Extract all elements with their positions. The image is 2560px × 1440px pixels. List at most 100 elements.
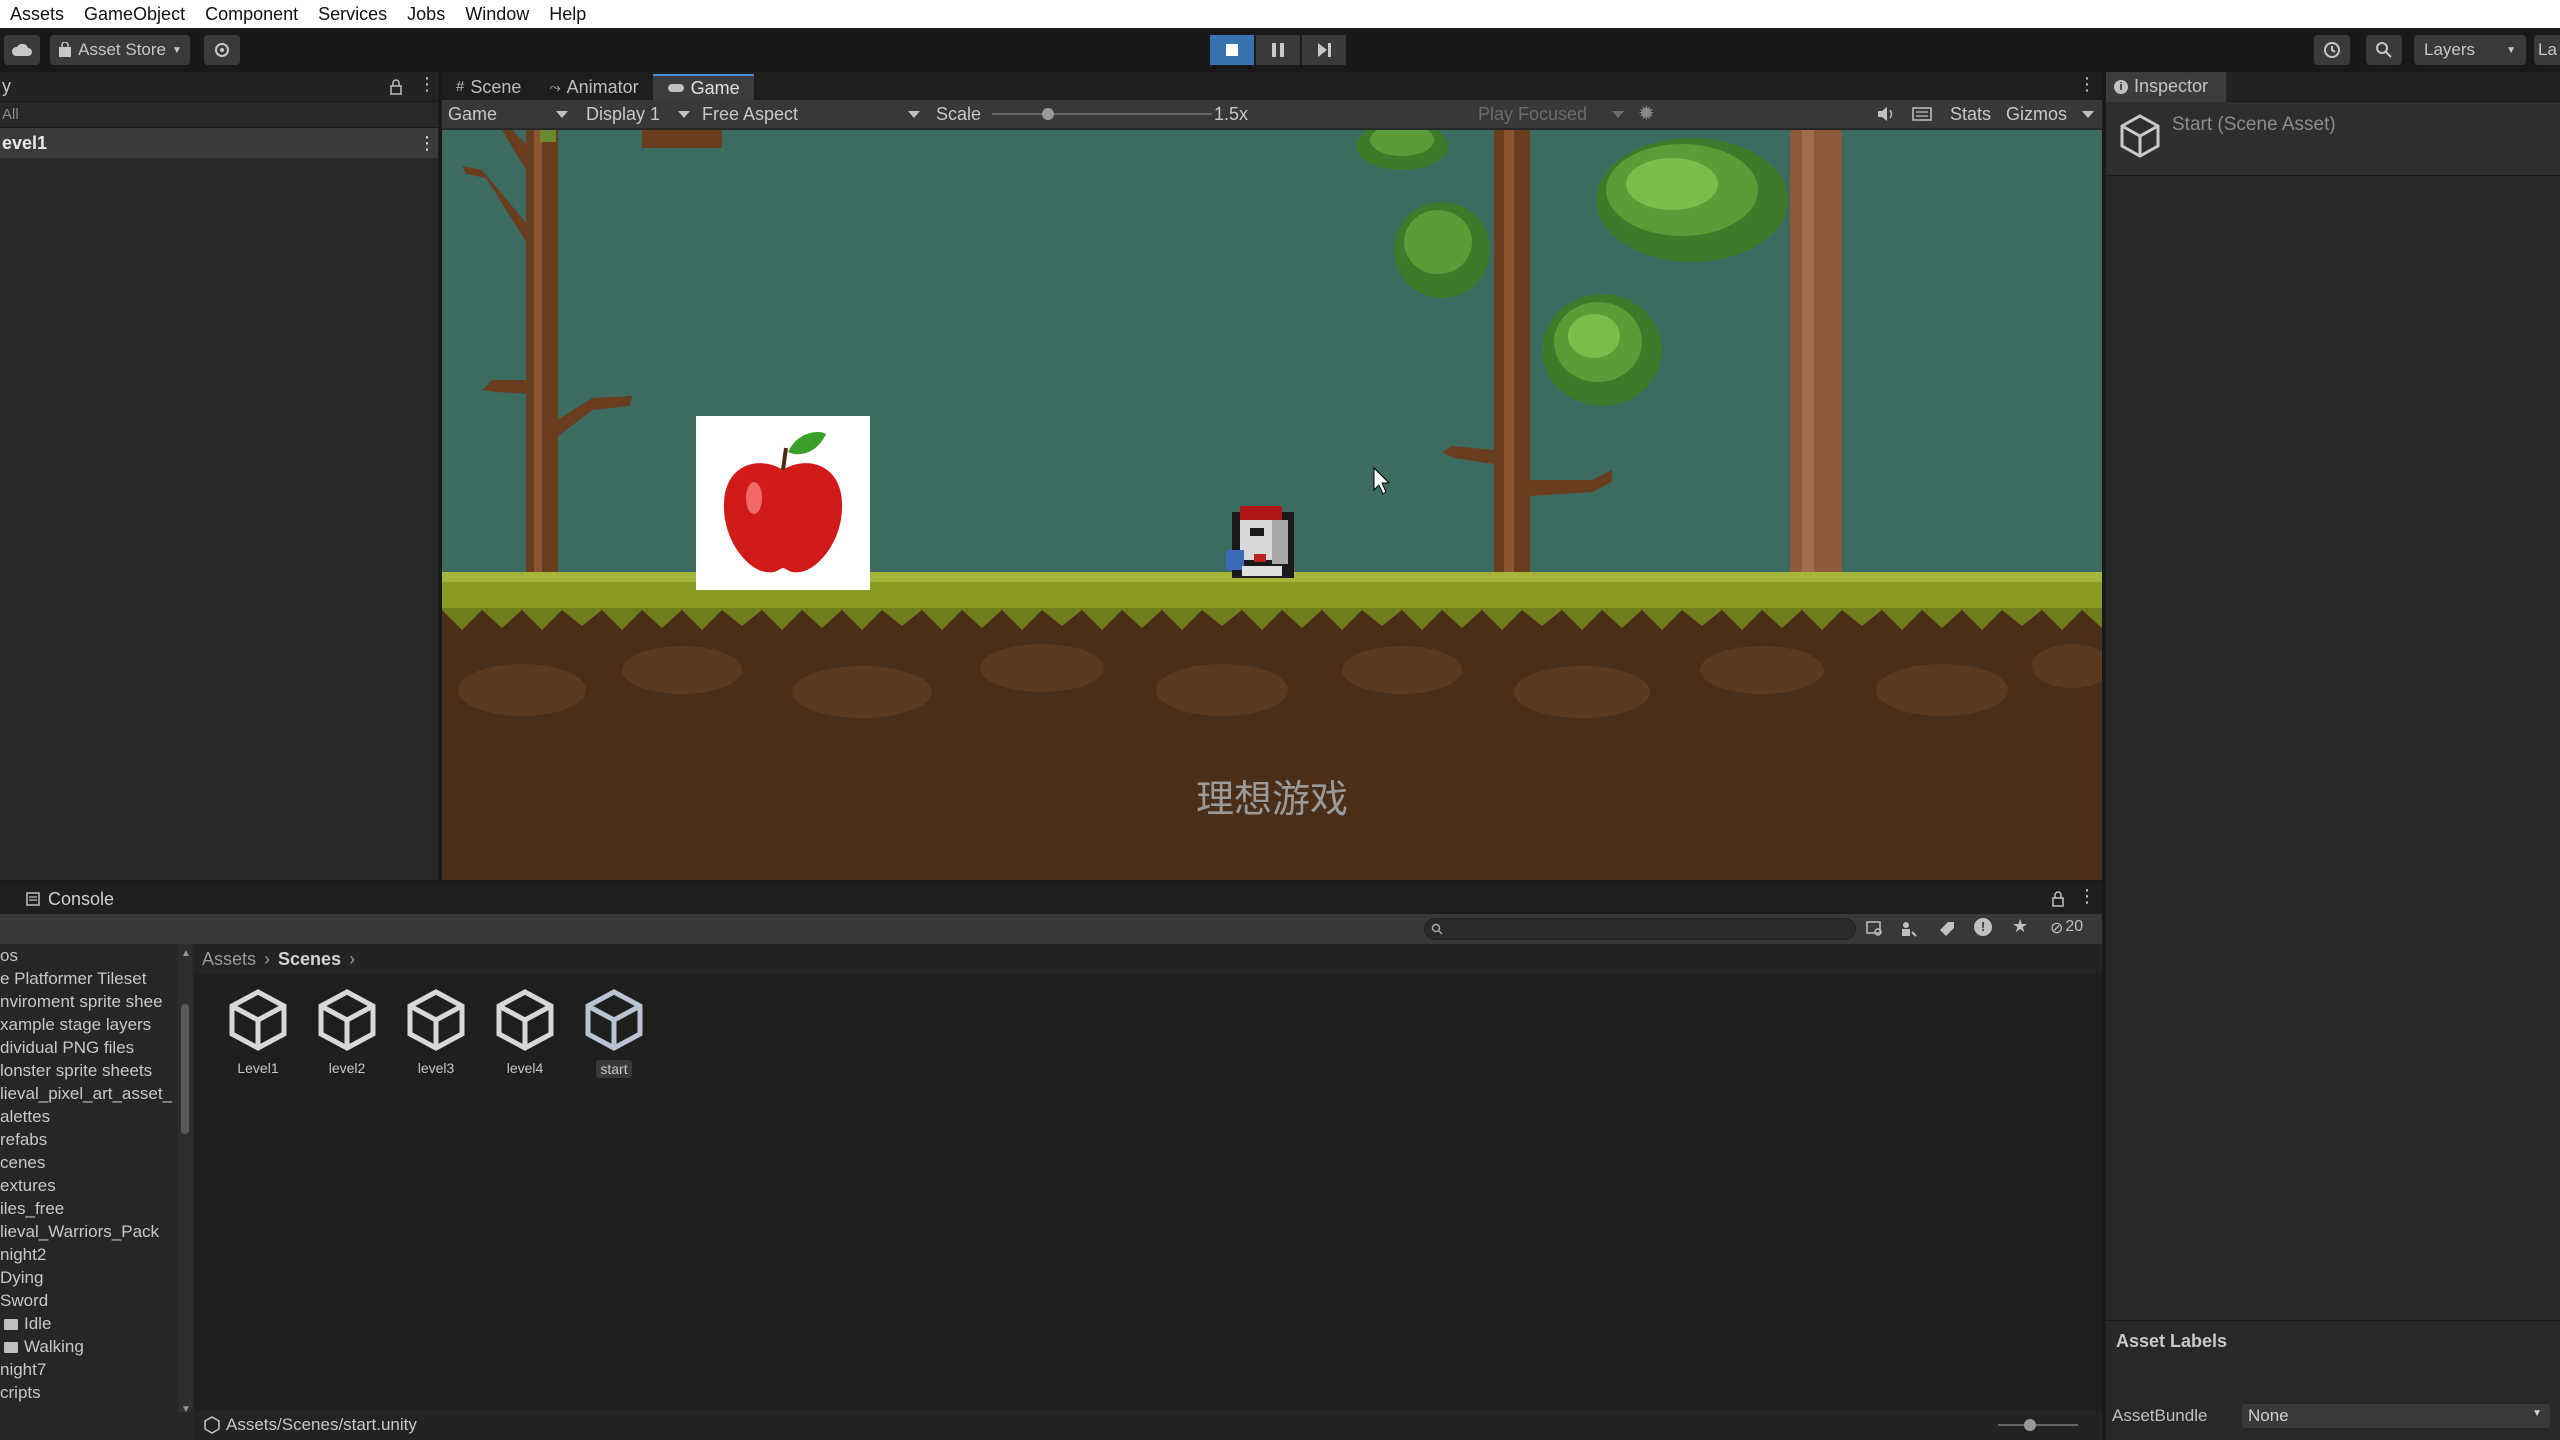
tree-item[interactable]: e Platformer Tileset [0, 967, 176, 990]
tree-scrollbar[interactable]: ▲ ▼ [178, 944, 192, 1422]
history-button[interactable] [2314, 35, 2350, 65]
layout-dropdown[interactable]: La [2534, 35, 2560, 65]
hierarchy-tab-row: y ⋮ [0, 72, 438, 102]
tree-item[interactable]: iles_free [0, 1197, 176, 1220]
game-viewport[interactable]: 理想游戏 [442, 130, 2102, 880]
filter-type-icon[interactable] [1900, 920, 1918, 938]
game-mode-dropdown[interactable]: Game [448, 100, 497, 128]
asset-item[interactable]: level3 [396, 988, 476, 1076]
layers-dropdown[interactable]: Layers ▼ [2414, 35, 2526, 65]
scale-label: Scale [936, 104, 982, 124]
tree-item[interactable]: lonster sprite sheets [0, 1059, 176, 1082]
warning-filter-icon[interactable]: ! [1974, 918, 1992, 936]
screen-icon[interactable] [1912, 107, 1932, 121]
tree-item[interactable]: Sword [0, 1289, 176, 1312]
tree-item-label: lieval_pixel_art_asset_ [0, 1084, 172, 1103]
tree-item-label: lieval_Warriors_Pack [0, 1222, 160, 1241]
more-icon[interactable]: ⋮ [2078, 74, 2096, 95]
asset-item[interactable]: Level1 [218, 988, 298, 1076]
tree-item[interactable]: Idle [0, 1312, 176, 1335]
play-focused-dropdown[interactable]: Play Focused [1478, 100, 1587, 128]
tab-console[interactable]: Console [0, 884, 114, 914]
menu-jobs[interactable]: Jobs [397, 0, 455, 28]
asset-item[interactable]: level2 [307, 988, 387, 1076]
tree-item[interactable]: lieval_Warriors_Pack [0, 1220, 176, 1243]
cloud-button[interactable] [4, 35, 40, 65]
info-icon: i [2114, 79, 2128, 94]
tree-item-label: xample stage layers [0, 1015, 152, 1034]
tree-item[interactable]: dividual PNG files [0, 1036, 176, 1059]
tree-item[interactable]: os [0, 944, 176, 967]
menu-gameobject[interactable]: GameObject [74, 0, 195, 28]
apple-card [696, 416, 870, 590]
audio-icon[interactable] [1876, 106, 1896, 122]
chevron-down-icon: ▼ [2532, 1408, 2542, 1419]
display-dropdown[interactable]: Display 1 [586, 100, 660, 128]
menu-assets[interactable]: Assets [0, 0, 74, 28]
asset-labels-header[interactable]: Asset Labels [2106, 1320, 2560, 1360]
asset-store-button[interactable]: Asset Store ▼ [50, 35, 190, 65]
tree-item[interactable]: refabs [0, 1128, 176, 1151]
tree-item[interactable]: night2 [0, 1243, 176, 1266]
bottom-panel: Console ⋮ ! ★ ⊘ 20 os e Platformer Tilese… [0, 882, 2102, 1440]
gear-icon [215, 43, 229, 57]
search-type-icon[interactable] [1866, 920, 1884, 938]
tree-item[interactable]: Walking [0, 1335, 176, 1358]
more-icon[interactable]: ⋮ [418, 128, 436, 158]
asset-item[interactable]: level4 [485, 988, 565, 1076]
asset-item[interactable]: start [574, 988, 654, 1078]
lock-icon[interactable] [2052, 891, 2064, 907]
tree-item[interactable]: Dying [0, 1266, 176, 1289]
hidden-packages-toggle[interactable]: ⊘ 20 [2050, 918, 2083, 938]
icon-size-handle[interactable] [2024, 1419, 2036, 1431]
tab-scene[interactable]: # Scene [442, 74, 535, 100]
play-button[interactable] [1210, 35, 1254, 65]
main-toolbar: Asset Store ▼ Layers ▼ La [0, 28, 2560, 72]
tree-item[interactable]: alettes [0, 1105, 176, 1128]
tab-inspector[interactable]: i Inspector [2106, 71, 2227, 102]
breadcrumb-assets[interactable]: Assets [202, 949, 256, 970]
console-icon [26, 892, 40, 906]
scale-slider-handle[interactable] [1042, 108, 1054, 120]
tab-game[interactable]: Game [652, 74, 754, 100]
lock-icon[interactable] [390, 79, 402, 95]
bug-icon[interactable]: ✹ [1638, 100, 1655, 128]
tree-item[interactable]: cenes [0, 1151, 176, 1174]
tree-item[interactable]: lieval_pixel_art_asset_ [0, 1082, 176, 1105]
collab-button[interactable] [204, 35, 240, 65]
assetbundle-dropdown[interactable]: None ▼ [2242, 1404, 2550, 1428]
menu-services[interactable]: Services [308, 0, 397, 28]
stats-button[interactable]: Stats [1950, 100, 1991, 128]
label-icon[interactable] [1938, 920, 1956, 938]
project-search-input[interactable] [1424, 918, 1856, 940]
menu-help[interactable]: Help [539, 0, 596, 28]
more-icon[interactable]: ⋮ [2078, 886, 2096, 907]
aspect-dropdown[interactable]: Free Aspect [702, 100, 798, 128]
asset-label: start [596, 1060, 632, 1078]
star-icon[interactable]: ★ [2012, 916, 2028, 937]
project-status-bar: Assets/Scenes/start.unity [194, 1410, 2102, 1440]
menu-component[interactable]: Component [195, 0, 308, 28]
search-button[interactable] [2366, 35, 2402, 65]
tab-animator[interactable]: ⤳ Animator [535, 74, 652, 100]
hierarchy-search[interactable]: All [0, 102, 438, 148]
tree-item[interactable]: extures [0, 1174, 176, 1197]
breadcrumb-scenes[interactable]: Scenes [278, 949, 341, 970]
tree-item-label: cenes [0, 1153, 46, 1172]
scrollbar-thumb[interactable] [181, 1004, 189, 1134]
scroll-up-icon[interactable]: ▲ [181, 948, 191, 959]
scale-value: 1.5x [1214, 104, 1249, 124]
scale-slider-track[interactable] [992, 113, 1212, 115]
tree-item[interactable]: xample stage layers [0, 1013, 176, 1036]
tree-item[interactable]: nviroment sprite shee [0, 990, 176, 1013]
tree-item[interactable]: night7 [0, 1358, 176, 1381]
pause-button[interactable] [1256, 35, 1300, 65]
hierarchy-scene-row[interactable]: evel1 ⋮ [0, 128, 438, 158]
gizmos-button[interactable]: Gizmos [2006, 100, 2067, 128]
icon-size-slider[interactable] [1998, 1424, 2078, 1426]
more-icon[interactable]: ⋮ [418, 74, 436, 95]
step-button[interactable] [1302, 35, 1346, 65]
tree-item-label: night7 [0, 1360, 47, 1379]
menu-window[interactable]: Window [455, 0, 539, 28]
tree-item[interactable]: cripts [0, 1381, 176, 1404]
